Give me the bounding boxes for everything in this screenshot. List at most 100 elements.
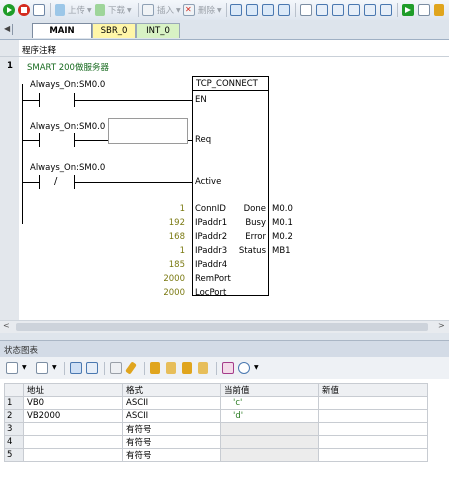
- input-pin: RemPort: [195, 274, 231, 284]
- add-row-button[interactable]: [6, 362, 18, 377]
- format-cell[interactable]: 有符号: [122, 422, 221, 436]
- column-header-new[interactable]: 新值: [318, 383, 428, 397]
- input-value[interactable]: 192: [169, 218, 185, 228]
- network-first-button[interactable]: [230, 3, 242, 17]
- ladder-editor[interactable]: 程序注释 1 SMART 200做服务器 Always_On:SM0.0 Alw…: [0, 40, 449, 320]
- lock-icon: [434, 4, 444, 16]
- delete-row-button[interactable]: [36, 362, 48, 377]
- delete-label: 删除: [198, 6, 216, 16]
- column-header-address[interactable]: 地址: [23, 383, 123, 397]
- download-button[interactable]: 下载 ▼: [95, 3, 132, 17]
- insert-button[interactable]: 插入 ▼: [142, 3, 181, 17]
- read-forced-button[interactable]: [198, 362, 208, 377]
- input-value[interactable]: 2000: [163, 288, 185, 298]
- current-value-cell: [220, 448, 319, 462]
- upload-button[interactable]: 上传 ▼: [55, 3, 92, 17]
- contact-2-address[interactable]: Always_On:SM0.0: [30, 122, 105, 132]
- editor-horizontal-scrollbar[interactable]: < >: [0, 320, 449, 333]
- contact-1-left[interactable]: [39, 93, 40, 107]
- output-value[interactable]: M0.2: [272, 232, 293, 242]
- tab-main[interactable]: MAIN: [32, 23, 92, 38]
- output-value[interactable]: M0.1: [272, 218, 293, 228]
- options-button[interactable]: [238, 362, 250, 377]
- format-cell[interactable]: 有符号: [122, 435, 221, 449]
- input-value[interactable]: 1: [180, 246, 185, 256]
- delete-button[interactable]: ✕ 删除 ▼: [183, 3, 222, 17]
- box-icon: [348, 4, 360, 16]
- read-button[interactable]: [110, 362, 122, 377]
- network-divider: [0, 56, 449, 57]
- address-cell[interactable]: [23, 448, 123, 462]
- row-number[interactable]: 5: [4, 448, 24, 462]
- chevron-down-icon[interactable]: ▼: [254, 364, 259, 371]
- box-button[interactable]: [348, 3, 360, 17]
- tab-sbr0[interactable]: SBR_0: [92, 23, 136, 38]
- format-cell[interactable]: ASCII: [122, 396, 221, 410]
- format-cell[interactable]: 有符号: [122, 448, 221, 462]
- tab-int0[interactable]: INT_0: [136, 23, 180, 38]
- scrollbar-thumb[interactable]: [16, 323, 428, 331]
- column-header-format[interactable]: 格式: [122, 383, 221, 397]
- splitter[interactable]: [0, 333, 449, 340]
- scroll-left-icon[interactable]: <: [3, 321, 10, 330]
- network-next-button[interactable]: [246, 3, 258, 17]
- network-last-button[interactable]: [278, 3, 290, 17]
- new-value-cell[interactable]: [318, 422, 428, 436]
- row-number[interactable]: 4: [4, 435, 24, 449]
- format-cell[interactable]: ASCII: [122, 409, 221, 423]
- input-value[interactable]: 2000: [163, 274, 185, 284]
- chart-status-button[interactable]: [70, 362, 82, 377]
- chevron-down-icon: ▼: [176, 6, 181, 14]
- unforce-button[interactable]: [166, 362, 176, 377]
- compile-button[interactable]: [33, 3, 45, 17]
- address-cell[interactable]: [23, 435, 123, 449]
- row-number[interactable]: 1: [4, 396, 24, 410]
- input-value[interactable]: 168: [169, 232, 185, 242]
- exit-button[interactable]: [402, 3, 414, 17]
- contact-2-left[interactable]: [39, 133, 40, 147]
- address-cell[interactable]: VB2000: [23, 409, 123, 423]
- status-chart-grid[interactable]: 地址 格式 当前值 新值 1 VB0 ASCII 'c' 2 VB2000 AS…: [4, 383, 428, 462]
- force-button[interactable]: [150, 362, 160, 377]
- chevron-down-icon[interactable]: ▼: [22, 364, 27, 371]
- address-cell[interactable]: [23, 422, 123, 436]
- address-cell[interactable]: VB0: [23, 396, 123, 410]
- input-value[interactable]: 1: [180, 204, 185, 214]
- program-comment[interactable]: 程序注释: [22, 44, 56, 56]
- tab-scroll-left-icon[interactable]: ◀: [4, 24, 10, 33]
- column-header-current[interactable]: 当前值: [220, 383, 319, 397]
- network-nav-icon: [278, 4, 290, 16]
- lock-button[interactable]: [434, 3, 444, 17]
- line-button[interactable]: [380, 3, 392, 17]
- toggle-comment-button[interactable]: [300, 3, 312, 17]
- input-value[interactable]: 185: [169, 260, 185, 270]
- empty-element-box[interactable]: [108, 118, 188, 144]
- row-number[interactable]: 3: [4, 422, 24, 436]
- new-value-cell[interactable]: [318, 435, 428, 449]
- row-number[interactable]: 2: [4, 409, 24, 423]
- contact-button[interactable]: [316, 3, 328, 17]
- contact-3-left[interactable]: [39, 175, 40, 189]
- run-button[interactable]: [3, 3, 15, 17]
- new-value-cell[interactable]: [318, 448, 428, 462]
- edit-pencil-button[interactable]: [125, 361, 137, 377]
- unforce-all-button[interactable]: [182, 362, 192, 377]
- output-value[interactable]: M0.0: [272, 204, 293, 214]
- print-button[interactable]: [418, 3, 430, 17]
- trend-view-button[interactable]: [222, 362, 234, 377]
- output-value[interactable]: MB1: [272, 246, 291, 256]
- coil-button[interactable]: [332, 3, 344, 17]
- pause-button[interactable]: [86, 362, 98, 377]
- network-prev-button[interactable]: [262, 3, 274, 17]
- contact-3-address[interactable]: Always_On:SM0.0: [30, 163, 105, 173]
- contact-1-address[interactable]: Always_On:SM0.0: [30, 80, 105, 90]
- scroll-right-icon[interactable]: >: [438, 321, 445, 330]
- chevron-down-icon[interactable]: ▼: [52, 364, 57, 371]
- network-title[interactable]: SMART 200做服务器: [27, 61, 109, 73]
- stop-button[interactable]: [18, 3, 30, 17]
- new-value-cell[interactable]: [318, 409, 428, 423]
- table-row: 5 有符号: [4, 448, 428, 462]
- new-value-cell[interactable]: [318, 396, 428, 410]
- toolbar-divider: [64, 362, 65, 375]
- branch-button[interactable]: [364, 3, 376, 17]
